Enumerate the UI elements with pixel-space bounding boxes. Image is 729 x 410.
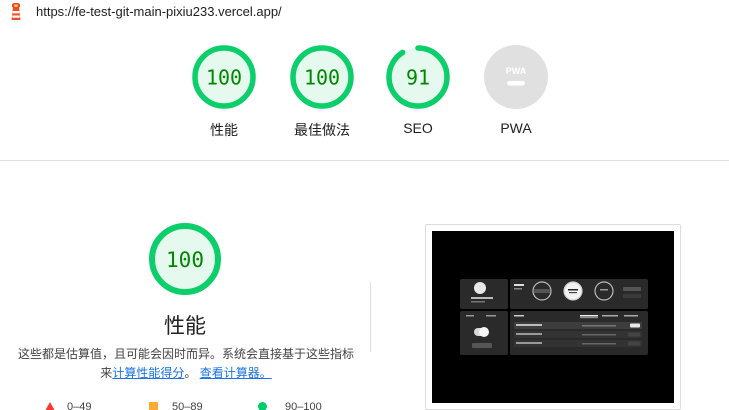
legend-pass: 90–100 — [258, 401, 322, 410]
gauge-pwa[interactable]: PWA PWA — [476, 44, 556, 136]
gauge-score: 91 — [406, 66, 430, 90]
gauge-label: SEO — [403, 120, 433, 136]
final-screenshot[interactable] — [425, 224, 681, 410]
vertical-separator — [370, 282, 371, 352]
legend-average-range: 50–89 — [172, 401, 203, 410]
legend-pass-range: 90–100 — [285, 401, 322, 410]
average-square-icon — [149, 402, 158, 410]
screenshot-miniature — [432, 231, 674, 403]
screenshot-image — [432, 231, 674, 403]
pwa-badge: PWA — [484, 45, 548, 109]
gauge-score: 100 — [206, 66, 242, 90]
description-punct: 。 — [184, 366, 197, 380]
performance-score: 100 — [166, 248, 204, 272]
legend-fail: 0–49 — [45, 401, 91, 410]
gauge-seo[interactable]: 91 SEO — [378, 44, 458, 136]
score-summary: 100 性能 100 最佳做法 91 SEO PWA PWA — [0, 30, 729, 160]
score-gauge: 100 — [290, 45, 354, 109]
performance-description: 这些都是估算值，且可能会因时而异。系统会直接基于这些指标来计算性能得分。 查看计… — [18, 345, 354, 383]
page-url[interactable]: https://fe-test-git-main-pixiu233.vercel… — [36, 4, 282, 19]
pass-circle-icon — [258, 402, 267, 410]
score-gauge: 91 — [386, 45, 450, 109]
report-header: https://fe-test-git-main-pixiu233.vercel… — [0, 0, 729, 24]
gauge-performance[interactable]: 100 性能 — [184, 44, 264, 140]
gauge-label: 性能 — [210, 122, 238, 138]
score-gauge: 100 — [192, 45, 256, 109]
lighthouse-icon — [11, 3, 21, 20]
legend-average: 50–89 — [149, 401, 203, 410]
fail-triangle-icon — [45, 402, 55, 410]
gauge-label: PWA — [500, 120, 532, 136]
gauge-label: 最佳做法 — [294, 122, 350, 138]
performance-title: 性能 — [164, 315, 206, 338]
calc-score-link[interactable]: 计算性能得分 — [112, 366, 184, 380]
view-calculator-link[interactable]: 查看计算器。 — [200, 366, 272, 380]
pwa-badge-text: PWA — [506, 66, 527, 76]
gauge-best-practices[interactable]: 100 最佳做法 — [282, 44, 362, 140]
performance-score-gauge: 100 — [149, 223, 221, 295]
score-legend: 0–49 50–89 90–100 — [40, 401, 360, 410]
section-divider — [0, 160, 729, 161]
legend-fail-range: 0–49 — [67, 401, 92, 410]
gauge-score: 100 — [304, 66, 340, 90]
